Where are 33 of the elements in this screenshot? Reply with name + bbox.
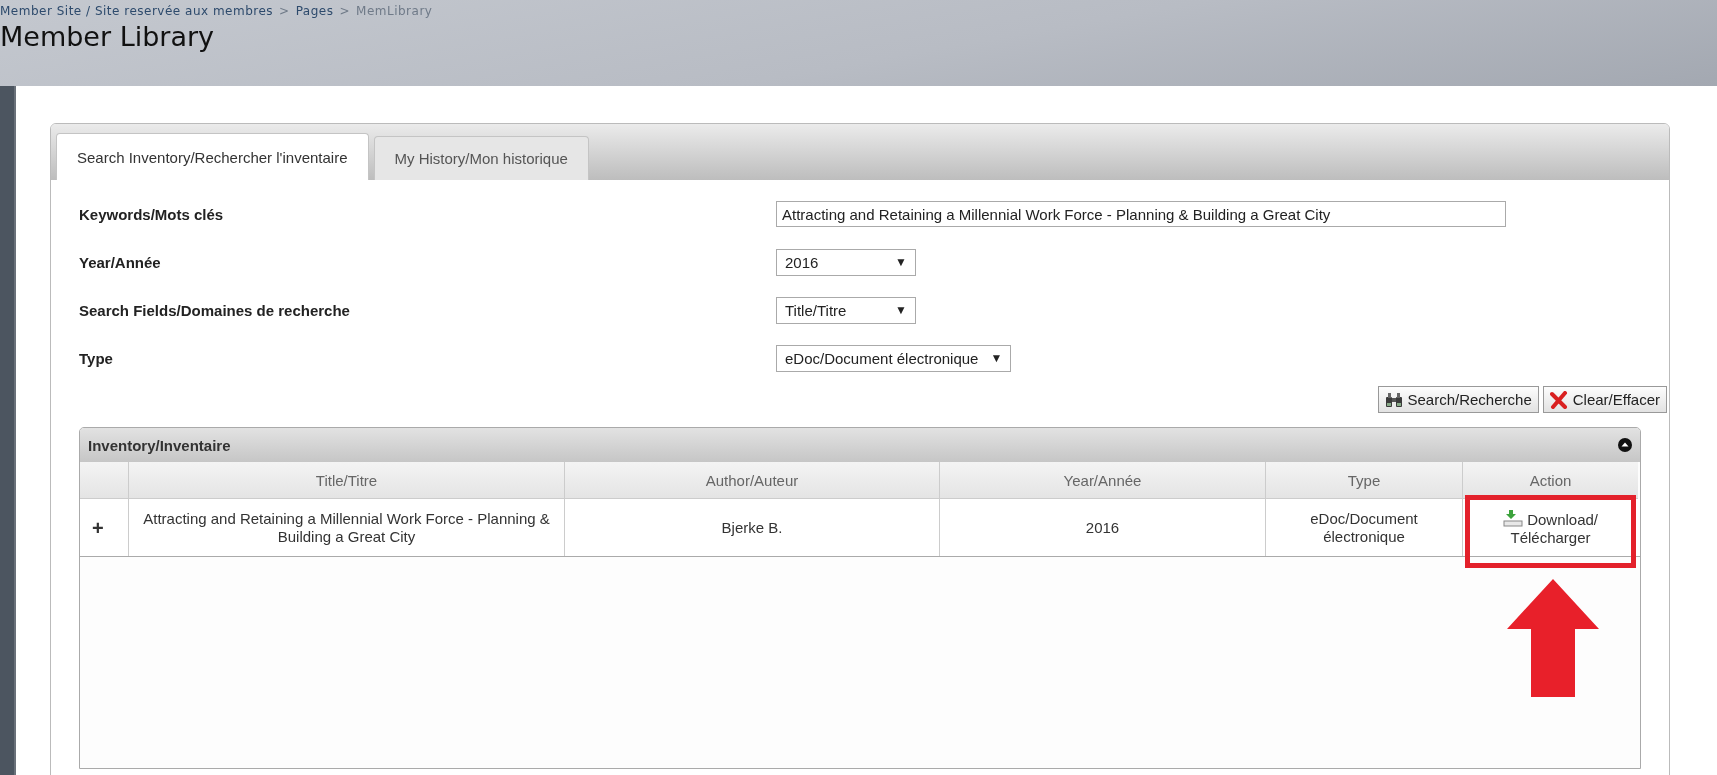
- dropdown[interactable]: Title/Titre ▼: [776, 296, 916, 324]
- dropdown[interactable]: 2016 ▼: [776, 248, 916, 276]
- table-cell: eDoc/Document électronique: [1266, 499, 1463, 556]
- table-cell: Bjerke B.: [565, 499, 940, 556]
- expand-toggle[interactable]: +: [80, 499, 129, 556]
- tab[interactable]: My History/Mon historique: [373, 136, 589, 180]
- download-icon: [1502, 508, 1523, 527]
- breadcrumb-separator: >: [339, 4, 351, 18]
- download-link[interactable]: Download/ Télécharger: [1495, 508, 1606, 547]
- field-label: Year/Année: [79, 253, 162, 271]
- dropdown[interactable]: eDoc/Document électronique ▼: [776, 344, 1012, 372]
- table-cell: 2016: [940, 499, 1266, 556]
- column-header: Title/Titre: [129, 462, 565, 499]
- close-icon: [1549, 390, 1568, 409]
- field-label: Keywords/Mots clés: [79, 205, 225, 223]
- column-header: Year/Année: [940, 462, 1266, 499]
- column-header: Type: [1266, 462, 1463, 499]
- tab[interactable]: Search Inventory/Rechercher l'inventaire: [56, 133, 369, 180]
- column-header: Author/Auteur: [565, 462, 940, 499]
- field-label: Search Fields/Domaines de recherche: [79, 301, 351, 319]
- column-header: [80, 462, 129, 499]
- page-title: Member Library: [0, 21, 215, 52]
- search-button[interactable]: Search/Recherche: [1377, 386, 1539, 413]
- field-label: Type: [79, 349, 114, 367]
- panel-title: Inventory/Inventaire: [88, 436, 231, 454]
- table-cell: Attracting and Retaining a Millennial Work Force - Planning & Building a Great City: [129, 499, 565, 556]
- keywords-field[interactable]: Attracting and Retaining a Millennial Work Force - Planning & Building a Great City: [776, 201, 1506, 227]
- breadcrumb-link[interactable]: Member Site / Site reservée aux membres: [0, 4, 274, 18]
- breadcrumb-separator: >: [279, 4, 290, 18]
- breadcrumb-link[interactable]: Pages: [295, 4, 334, 18]
- clear-button[interactable]: Clear/Effacer: [1542, 386, 1667, 413]
- binoculars-icon: [1384, 391, 1403, 408]
- collapse-icon[interactable]: [1618, 438, 1632, 452]
